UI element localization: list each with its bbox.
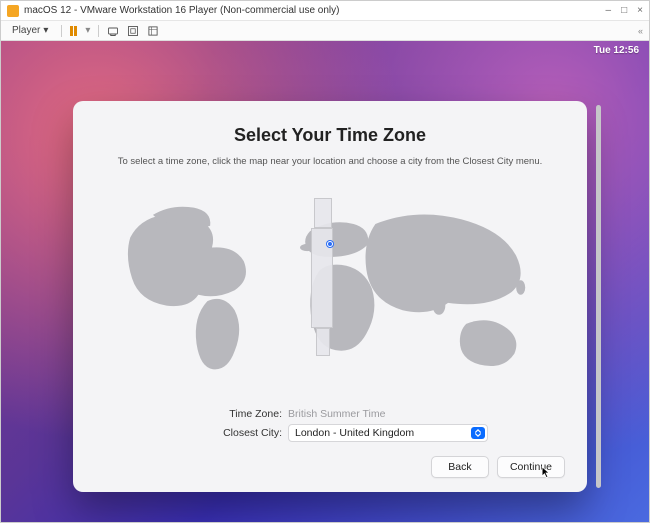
- pause-icon: [70, 26, 73, 36]
- closest-city-select[interactable]: London - United Kingdom: [288, 424, 488, 442]
- player-menu[interactable]: Player ▾: [7, 23, 53, 38]
- continue-button-label: Continue: [510, 461, 552, 473]
- world-map-icon: [103, 181, 557, 394]
- fullscreen-icon[interactable]: [127, 25, 139, 37]
- vmware-window: macOS 12 - VMware Workstation 16 Player …: [0, 0, 650, 523]
- vmware-app-icon: [7, 5, 19, 17]
- toolbar-separator: [98, 25, 99, 37]
- timezone-value: British Summer Time: [288, 408, 385, 420]
- closest-city-value: London - United Kingdom: [295, 427, 414, 439]
- vm-display: Tue 12:56 Select Your Time Zone To selec…: [1, 41, 649, 522]
- player-menu-label: Player: [12, 25, 40, 36]
- toolbar-extras-icon[interactable]: «: [638, 26, 643, 36]
- vmware-toolbar: Player ▾ ▾ «: [1, 21, 649, 41]
- close-button[interactable]: ×: [637, 5, 643, 16]
- macos-menubar: Tue 12:56: [1, 41, 649, 59]
- timezone-label: Time Zone:: [172, 408, 282, 420]
- menubar-clock: Tue 12:56: [594, 45, 639, 56]
- setup-panel: Select Your Time Zone To select a time z…: [73, 101, 587, 492]
- location-pin-icon: [327, 241, 333, 247]
- minimize-button[interactable]: –: [606, 5, 612, 16]
- vmware-titlebar: macOS 12 - VMware Workstation 16 Player …: [1, 1, 649, 21]
- closest-city-label: Closest City:: [172, 427, 282, 439]
- panel-subtitle: To select a time zone, click the map nea…: [95, 156, 565, 167]
- scrollbar[interactable]: [596, 105, 601, 488]
- toolbar-separator: [61, 25, 62, 37]
- maximize-button[interactable]: □: [621, 5, 627, 16]
- pause-button[interactable]: [70, 26, 77, 36]
- panel-title: Select Your Time Zone: [95, 125, 565, 146]
- back-button-label: Back: [448, 461, 471, 473]
- pause-icon: [74, 26, 77, 36]
- panel-footer: Back Continue: [95, 456, 565, 478]
- unity-icon[interactable]: [147, 25, 159, 37]
- caret-down-icon: ▾: [43, 25, 48, 36]
- timezone-map[interactable]: [103, 181, 557, 394]
- window-title: macOS 12 - VMware Workstation 16 Player …: [24, 5, 606, 16]
- chevron-updown-icon: [471, 427, 485, 439]
- continue-button[interactable]: Continue: [497, 456, 565, 478]
- caret-down-icon[interactable]: ▾: [85, 25, 90, 36]
- timezone-fields: Time Zone: British Summer Time Closest C…: [172, 406, 488, 444]
- send-ctrl-alt-del-icon[interactable]: [107, 25, 119, 37]
- back-button[interactable]: Back: [431, 456, 489, 478]
